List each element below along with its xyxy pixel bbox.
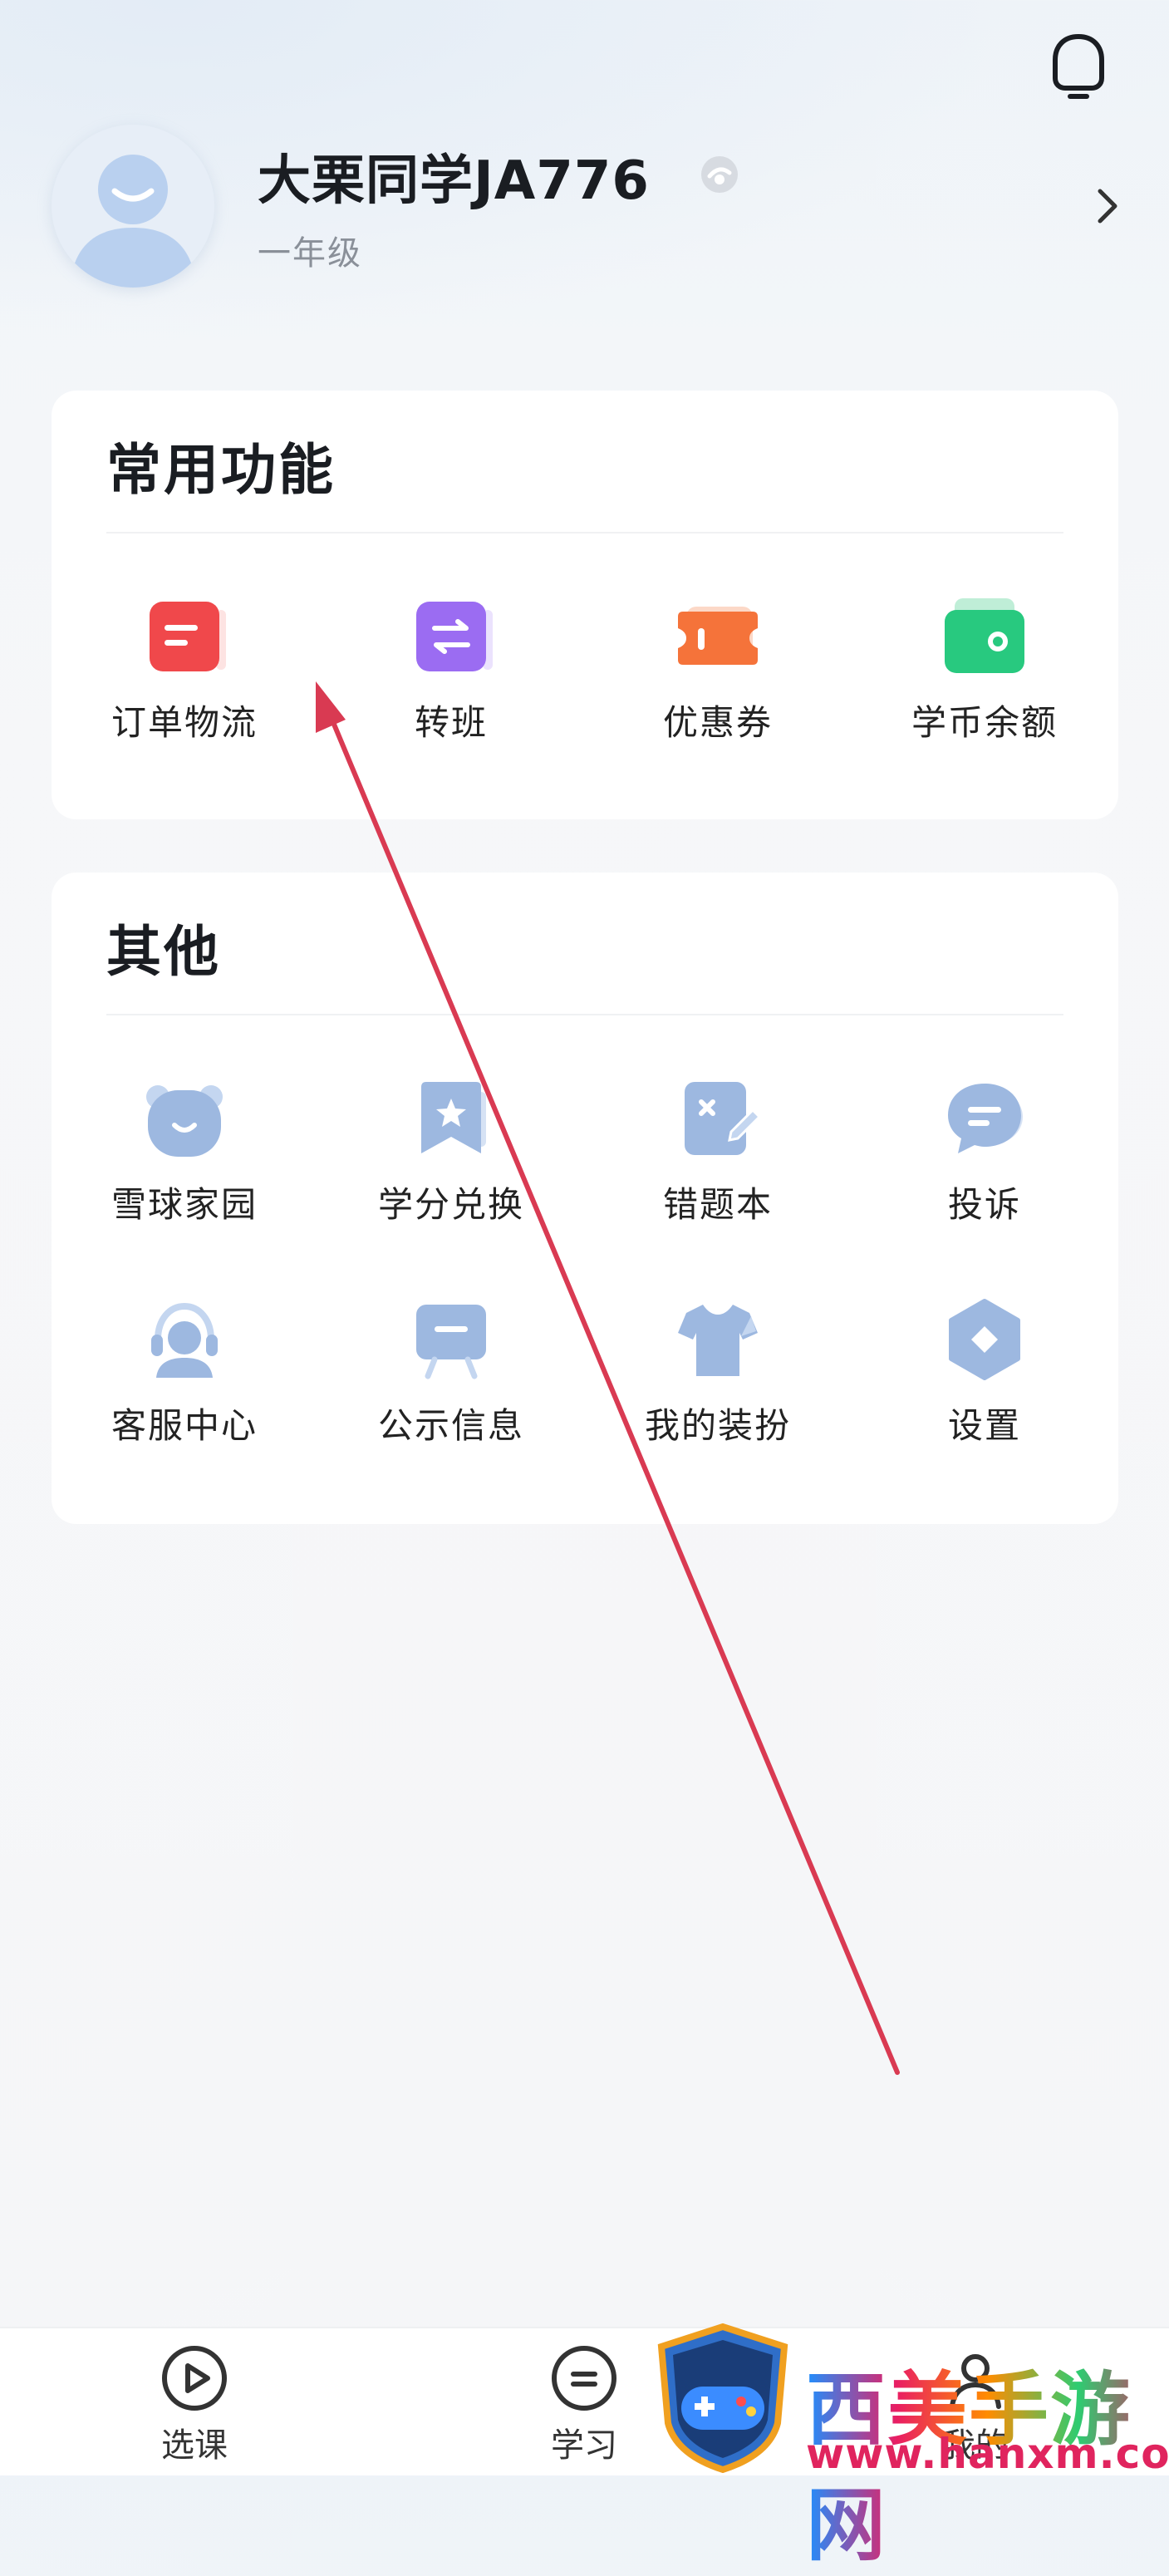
coin-balance-button[interactable]: 学币余额	[885, 592, 1084, 745]
divider	[106, 532, 1063, 533]
customer-service-button[interactable]: 客服中心	[85, 1295, 284, 1448]
divider	[106, 1014, 1063, 1015]
item-label: 学分兑换	[377, 1184, 524, 1225]
public-info-button[interactable]: 公示信息	[351, 1295, 551, 1448]
order-icon	[150, 602, 226, 671]
notebook-icon	[685, 1082, 762, 1155]
tab-study[interactable]: 学习	[518, 2343, 651, 2466]
item-label: 订单物流	[111, 702, 258, 743]
item-label: 错题本	[662, 1184, 773, 1225]
credit-exchange-button[interactable]: 学分兑换	[351, 1074, 551, 1227]
study-icon	[552, 2346, 616, 2411]
avatar-person-icon	[70, 155, 196, 288]
headset-icon	[151, 1302, 218, 1378]
avatar[interactable]	[52, 125, 214, 288]
username[interactable]: 大栗同学JA776	[258, 138, 650, 214]
verified-badge-icon	[701, 156, 738, 193]
item-label: 转班	[414, 702, 488, 743]
coupon-button[interactable]: 优惠券	[618, 592, 818, 745]
order-logistics-button[interactable]: 订单物流	[85, 592, 284, 745]
play-icon	[162, 2346, 227, 2411]
section-title: 常用功能	[106, 438, 336, 502]
gear-icon	[949, 1299, 1020, 1380]
mistake-book-button[interactable]: 错题本	[618, 1074, 818, 1227]
settings-button[interactable]: 设置	[885, 1295, 1084, 1448]
shirt-icon	[678, 1305, 758, 1376]
notice-board-icon	[416, 1305, 486, 1379]
complaint-button[interactable]: 投诉	[885, 1074, 1084, 1227]
item-label: 公示信息	[377, 1405, 524, 1446]
tab-label: 学习	[551, 2426, 617, 2465]
item-label: 雪球家园	[111, 1184, 258, 1225]
bear-icon	[146, 1085, 223, 1157]
my-outfit-button[interactable]: 我的装扮	[618, 1295, 818, 1448]
transfer-class-button[interactable]: 转班	[351, 592, 551, 745]
tab-course-select[interactable]: 选课	[128, 2343, 261, 2466]
item-label: 客服中心	[111, 1405, 258, 1446]
gamepad-shield-logo	[657, 2323, 788, 2473]
snowball-home-button[interactable]: 雪球家园	[85, 1074, 284, 1227]
coupon-icon	[678, 607, 758, 665]
transfer-class-icon	[416, 602, 493, 671]
star-bookmark-icon	[421, 1082, 486, 1153]
item-label: 优惠券	[662, 702, 773, 743]
section-title: 其他	[106, 920, 221, 984]
item-label: 学币余额	[911, 702, 1058, 743]
grade-label: 一年级	[258, 234, 362, 273]
watermark-url: www.hanxm.com	[806, 2430, 1169, 2478]
wallet-icon	[945, 598, 1024, 673]
bell-icon[interactable]	[1047, 32, 1110, 103]
chat-icon	[948, 1084, 1023, 1153]
common-features-card: 常用功能 订单物流 转班 优惠券 学币余额	[52, 391, 1118, 819]
item-label: 设置	[947, 1405, 1021, 1446]
item-label: 投诉	[947, 1184, 1021, 1225]
other-features-card: 其他 雪球家园 学分兑换 错题本 投诉 客服中心 公示信息 我的装扮 设置	[52, 873, 1118, 1524]
item-label: 我的装扮	[644, 1405, 791, 1446]
chevron-right-icon[interactable]	[1093, 184, 1123, 228]
tab-label: 选课	[161, 2426, 228, 2465]
